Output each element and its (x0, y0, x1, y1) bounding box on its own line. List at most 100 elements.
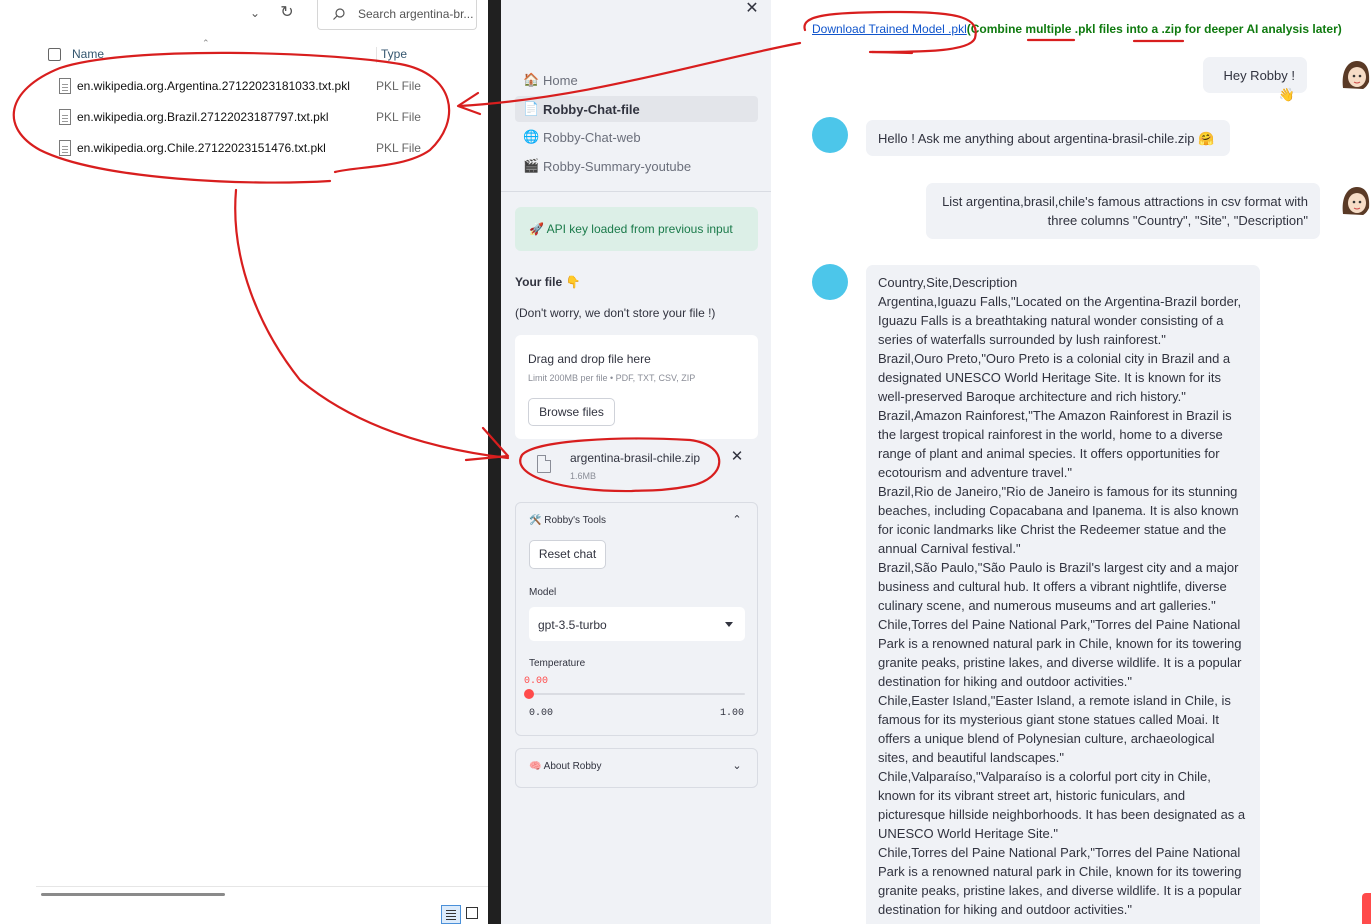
file-type: PKL File (376, 141, 421, 155)
details-view-icon[interactable] (441, 905, 461, 924)
globe-icon: 🌐 (523, 129, 540, 144)
csv-line: Park is a renowned natural park in Chile… (878, 864, 1242, 879)
about-robby-expander[interactable]: 🧠 About Robby ⌄ (515, 748, 758, 788)
csv-line: granite peaks, pristine lakes, and diver… (878, 655, 1242, 670)
file-dropzone[interactable]: Drag and drop file here Limit 200MB per … (515, 335, 758, 439)
file-icon (59, 109, 71, 125)
bot-avatar (812, 117, 848, 153)
csv-line: Chile,Easter Island,"Easter Island, a re… (878, 693, 1231, 708)
chevron-up-icon[interactable]: ⌃ (731, 514, 743, 526)
about-robby-title[interactable]: 🧠 About Robby (529, 761, 602, 772)
csv-line: Brazil,Rio de Janeiro,"Rio de Janeiro is… (878, 484, 1238, 499)
csv-line: Argentina,Iguazu Falls,"Located on the A… (878, 294, 1242, 309)
nav-label: Robby-Chat-file (543, 102, 640, 117)
csv-line: Chile,Torres del Paine National Park,"To… (878, 845, 1241, 860)
csv-line: destination for hiking and outdoor activ… (878, 902, 1132, 917)
sidebar-divider (501, 191, 771, 192)
download-row: Download Trained Model .pkl(Combine mult… (812, 22, 1342, 36)
api-key-success-text: 🚀 API key loaded from previous input (529, 222, 733, 236)
tiles-view-icon[interactable] (466, 907, 478, 919)
nav-item-robby-chat-file[interactable]: 📄 Robby-Chat-file (515, 96, 758, 122)
file-row[interactable]: en.wikipedia.org.Chile.27122023151476.tx… (36, 136, 488, 162)
user-message: Hey Robby ! 👋 (1203, 57, 1307, 102)
temperature-current-value: 0.00 (524, 676, 549, 687)
file-icon (537, 455, 551, 473)
robbys-tools-title[interactable]: 🛠️ Robby's Tools (529, 515, 606, 526)
csv-line: business and cultural hub. It offers a v… (878, 579, 1227, 594)
bot-avatar (812, 264, 848, 300)
scrollbar-thumb[interactable] (41, 893, 225, 896)
csv-line: for iconic landmarks like Christ the Red… (878, 522, 1227, 537)
csv-line: annual Carnival festival." (878, 541, 1021, 556)
model-label: Model (529, 587, 557, 598)
file-name: en.wikipedia.org.Brazil.27122023187797.t… (77, 110, 329, 124)
csv-line: beaches, including Copacabana and Ipanem… (878, 503, 1239, 518)
nav-item-home[interactable]: 🏠 Home (515, 67, 758, 93)
reset-chat-button[interactable]: Reset chat (529, 540, 606, 569)
explorer-search-input[interactable]: Search argentina-br... (317, 0, 477, 30)
horizontal-scrollbar[interactable] (36, 886, 488, 898)
temperature-slider[interactable] (524, 689, 745, 699)
nav-label: Robby-Summary-youtube (543, 159, 692, 174)
search-icon (333, 8, 345, 20)
streamlit-sidebar: ✕ 🏠 Home 📄 Robby-Chat-file 🌐 Robby-Chat-… (501, 0, 771, 924)
column-header-name[interactable]: Name (72, 47, 104, 61)
dropzone-limit: Limit 200MB per file • PDF, TXT, CSV, ZI… (528, 373, 696, 383)
user-message-line: List argentina,brasil,chile's famous att… (942, 194, 1308, 209)
column-header-type[interactable]: Type (376, 47, 407, 63)
file-type: PKL File (376, 79, 421, 93)
explorer-address-bar: ⌄ ↻ Search argentina-br... (0, 0, 488, 30)
nav-item-robby-summary-youtube[interactable]: 🎬 Robby-Summary-youtube (515, 153, 758, 179)
file-name: en.wikipedia.org.Argentina.2712202318103… (77, 79, 350, 93)
temperature-max: 1.00 (719, 708, 744, 719)
user-avatar (1342, 187, 1370, 215)
bot-message: Hello ! Ask me anything about argentina-… (866, 120, 1230, 156)
browse-files-button[interactable]: Browse files (528, 398, 615, 426)
page-icon: 📄 (523, 101, 540, 116)
csv-line: known for its vibrant street art, histor… (878, 788, 1186, 803)
temperature-label: Temperature (529, 658, 586, 669)
file-icon (59, 140, 71, 156)
model-select-value: gpt-3.5-turbo (538, 618, 607, 632)
file-type: PKL File (376, 110, 421, 124)
csv-line: Brazil,São Paulo,"São Paulo is Brazil's … (878, 560, 1239, 575)
privacy-note: (Don't worry, we don't store your file !… (515, 306, 716, 320)
temperature-min: 0.00 (529, 708, 554, 719)
nav-label: Home (543, 73, 578, 88)
window-divider (488, 0, 501, 924)
clapper-icon: 🎬 (523, 158, 540, 173)
slider-thumb[interactable] (524, 689, 534, 699)
file-row[interactable]: en.wikipedia.org.Brazil.27122023187797.t… (36, 105, 488, 131)
file-row[interactable]: en.wikipedia.org.Argentina.2712202318103… (36, 74, 488, 100)
download-trained-model-link[interactable]: Download Trained Model .pkl (812, 22, 967, 36)
user-message: List argentina,brasil,chile's famous att… (926, 183, 1320, 239)
bot-csv-message: Country,Site,Description Argentina,Iguazu… (866, 265, 1260, 924)
nav-item-robby-chat-web[interactable]: 🌐 Robby-Chat-web (515, 124, 758, 150)
chevron-down-icon[interactable]: ⌄ (246, 4, 264, 22)
csv-line: Iguazu Falls is a breathtaking natural w… (878, 313, 1224, 328)
status-tab (1362, 893, 1371, 924)
csv-line: destination for hiking and outdoor activ… (878, 674, 1132, 689)
csv-line: well-preserved Baroque architecture and … (878, 389, 1186, 404)
csv-line: the largest tropical rainforest in the w… (878, 427, 1223, 442)
select-all-checkbox[interactable] (48, 48, 61, 61)
chat-main-area: Download Trained Model .pkl(Combine mult… (771, 0, 1371, 924)
chevron-down-icon[interactable]: ⌄ (731, 760, 743, 772)
csv-line: famous for its mysterious giant stone st… (878, 712, 1220, 727)
bot-message-text: Hello ! Ask me anything about argentina-… (878, 131, 1215, 146)
csv-line: Brazil,Amazon Rainforest,"The Amazon Rai… (878, 408, 1232, 423)
robbys-tools-expander: 🛠️ Robby's Tools ⌃ Reset chat Model gpt-… (515, 502, 758, 736)
close-icon[interactable]: ✕ (743, 0, 761, 18)
file-icon (59, 78, 71, 94)
remove-file-icon[interactable]: ✕ (730, 448, 744, 466)
user-avatar (1342, 61, 1370, 89)
csv-line: series of waterfalls surrounded by lush … (878, 332, 1166, 347)
refresh-icon[interactable]: ↻ (278, 3, 296, 23)
explorer-search-placeholder: Search argentina-br... (358, 7, 474, 21)
csv-line: sites, and beautiful landscapes." (878, 750, 1065, 765)
csv-line: range of plant and animal species. It of… (878, 446, 1220, 461)
dropzone-title: Drag and drop file here (528, 352, 651, 366)
api-key-success-alert: 🚀 API key loaded from previous input (515, 207, 758, 251)
csv-line: offers a unique blend of Polynesian cult… (878, 731, 1215, 746)
model-select[interactable]: gpt-3.5-turbo (529, 607, 745, 641)
